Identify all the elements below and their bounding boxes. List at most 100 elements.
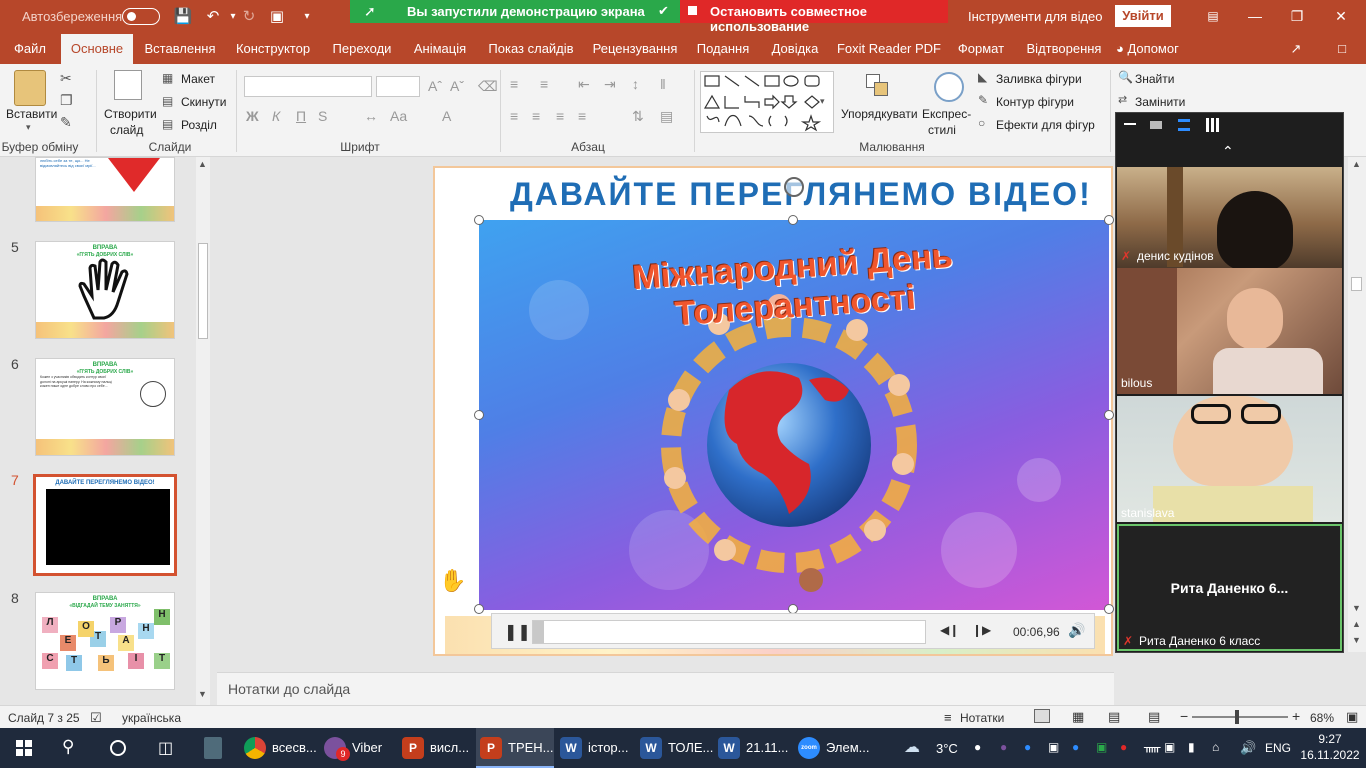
tray-app-icon[interactable]: ▣ — [1164, 740, 1175, 754]
bullets-icon[interactable]: ≡ — [510, 76, 518, 92]
tab-slide-show[interactable]: Показ слайдів — [486, 34, 576, 64]
save-icon[interactable]: 💾 — [172, 6, 194, 28]
tab-animations[interactable]: Анімація — [406, 34, 474, 64]
taskbar-item-word[interactable]: W 21.11... — [714, 728, 792, 768]
increase-indent-icon[interactable]: ⇥ — [604, 76, 616, 93]
italic-button[interactable]: К — [272, 108, 280, 124]
weather-temperature[interactable]: 3°C — [936, 741, 958, 756]
participant-tile[interactable]: stanislava — [1117, 396, 1342, 522]
battery-icon[interactable]: ▮ — [1188, 740, 1195, 754]
tray-app-icon[interactable]: ● — [1120, 740, 1127, 754]
shape-fill-button[interactable]: Заливка фігури — [996, 72, 1082, 86]
new-slide-icon[interactable] — [114, 70, 142, 100]
font-name-combobox[interactable] — [244, 76, 372, 97]
slide-show-icon[interactable]: ▤ — [1148, 709, 1160, 725]
notes-pane[interactable]: Нотатки до слайда — [217, 672, 1114, 705]
reading-view-icon[interactable]: ▤ — [1108, 709, 1120, 725]
resize-handle[interactable] — [474, 604, 484, 614]
align-center-icon[interactable]: ≡ — [532, 108, 540, 124]
taskbar-item-zoom[interactable]: zoom Элем... — [794, 728, 872, 768]
shapes-more-icon[interactable]: ▾ — [820, 96, 825, 107]
scrollbar-thumb[interactable] — [1351, 277, 1362, 291]
volume-tray-icon[interactable]: 🔊 — [1240, 740, 1256, 756]
section-button[interactable]: Розділ — [181, 118, 217, 132]
spell-check-icon[interactable]: ☑ — [90, 710, 102, 726]
skip-forward-icon[interactable]: ❙▶ — [972, 623, 991, 637]
input-language[interactable]: ENG — [1265, 741, 1291, 755]
slide-thumbnail-7[interactable]: ДАВАЙТЕ ПЕРЕГЛЯНЕМО ВІДЕО! — [33, 474, 177, 576]
clock-time[interactable]: 9:27 — [1300, 732, 1360, 746]
columns-icon[interactable]: ‖ — [660, 76, 666, 92]
tray-viber-icon[interactable]: ● — [1000, 740, 1007, 754]
fit-slide-icon[interactable]: ▣ — [1346, 709, 1358, 725]
quick-styles-button[interactable]: Експрес- — [922, 107, 971, 121]
taskbar-item-powerpoint-active[interactable]: P ТРЕН... — [476, 728, 554, 768]
scroll-up-icon[interactable]: ▲ — [1352, 159, 1361, 169]
increase-font-icon[interactable]: Aˆ — [428, 78, 442, 94]
tray-app-icon[interactable]: ▣ — [1048, 740, 1059, 754]
taskbar-item-chrome[interactable]: всесв... — [240, 728, 320, 768]
hide-video-icon[interactable] — [1150, 121, 1162, 129]
new-slide-button[interactable]: Створити — [104, 107, 157, 121]
paste-button[interactable]: Вставити — [6, 107, 57, 121]
taskbar-item-word[interactable]: W істор... — [556, 728, 634, 768]
font-size-combobox[interactable] — [376, 76, 420, 97]
clear-formatting-icon[interactable]: ⌫ — [478, 78, 498, 95]
shape-effects-button[interactable]: Ефекти для фігур — [996, 118, 1095, 132]
tray-app-icon[interactable]: ● — [1072, 740, 1079, 754]
tab-file[interactable]: Файл — [6, 34, 54, 64]
speaker-view-icon[interactable] — [1178, 119, 1190, 131]
zoom-out-icon[interactable]: − — [1180, 708, 1188, 724]
align-text-icon[interactable]: ▤ — [660, 108, 673, 125]
start-from-beginning-icon[interactable]: ▣ — [266, 6, 288, 28]
tab-home[interactable]: Основне — [61, 34, 133, 64]
scroll-up-chevron-icon[interactable]: ⌃ — [1222, 143, 1234, 160]
tray-app-icon[interactable]: ● — [974, 740, 981, 754]
share-icon[interactable]: ↗ — [1284, 34, 1308, 64]
sign-in-button[interactable]: Увійти — [1115, 5, 1171, 27]
decrease-indent-icon[interactable]: ⇤ — [578, 76, 590, 93]
slide-vertical-scrollbar[interactable]: ▲ ▼ ▲ ▼ — [1348, 157, 1366, 652]
align-left-icon[interactable]: ≡ — [510, 108, 518, 124]
slide-thumbnail-5[interactable]: ВПРАВА «П'ЯТЬ ДОБРИХ СЛІВ» — [35, 241, 175, 339]
undo-icon[interactable]: ↶ — [202, 6, 224, 28]
resize-handle[interactable] — [474, 215, 484, 225]
next-slide-icon[interactable]: ▼ — [1352, 635, 1361, 645]
cut-icon[interactable]: ✂ — [60, 70, 72, 87]
tell-me-search[interactable]: ◕ Допомог — [1116, 34, 1179, 64]
tab-foxit-reader[interactable]: Foxit Reader PDF — [836, 34, 942, 64]
paste-dropdown-icon[interactable]: ▾ — [26, 122, 31, 133]
text-direction-icon[interactable]: ⇅ — [632, 108, 644, 125]
resize-handle[interactable] — [1104, 215, 1114, 225]
resize-handle[interactable] — [1104, 410, 1114, 420]
font-color-icon[interactable]: A — [442, 108, 451, 124]
slide-thumbnail-4[interactable]: любіть себе за те, що... Не відмовляйтес… — [35, 157, 175, 222]
bluetooth-icon[interactable]: ᚅ — [1144, 740, 1160, 754]
justify-icon[interactable]: ≡ — [578, 108, 586, 124]
language-indicator[interactable]: українська — [122, 711, 181, 725]
comments-icon[interactable]: □ — [1330, 34, 1354, 64]
autosave-toggle[interactable] — [122, 8, 160, 25]
taskbar-item-powerpoint[interactable]: P висл... — [398, 728, 476, 768]
format-painter-icon[interactable]: ✎ — [60, 114, 72, 131]
cortana-icon[interactable] — [110, 740, 126, 756]
gallery-view-icon[interactable] — [1206, 118, 1220, 132]
character-spacing-icon[interactable]: ↔ — [364, 108, 378, 124]
scroll-up-icon[interactable]: ▲ — [198, 159, 207, 169]
shape-outline-button[interactable]: Контур фігури — [996, 95, 1074, 109]
task-view-icon[interactable]: ◫ — [158, 738, 173, 758]
zoom-in-icon[interactable]: + — [1292, 708, 1300, 724]
replace-button[interactable]: Замінити — [1135, 95, 1185, 109]
pause-icon[interactable]: ❚❚ — [504, 622, 531, 642]
skip-back-icon[interactable]: ◀❙ — [940, 623, 959, 637]
align-right-icon[interactable]: ≡ — [556, 108, 564, 124]
tab-review[interactable]: Рецензування — [590, 34, 680, 64]
bold-button[interactable]: Ж — [246, 108, 259, 124]
tab-transitions[interactable]: Переходи — [329, 34, 395, 64]
resize-handle[interactable] — [788, 215, 798, 225]
customize-quick-access-icon[interactable]: ▾ — [296, 6, 318, 28]
underline-button[interactable]: П — [296, 108, 306, 124]
decrease-font-icon[interactable]: Aˇ — [450, 78, 464, 94]
minimize-icon[interactable]: — — [1240, 6, 1270, 26]
participant-tile[interactable]: bilous — [1117, 268, 1342, 394]
